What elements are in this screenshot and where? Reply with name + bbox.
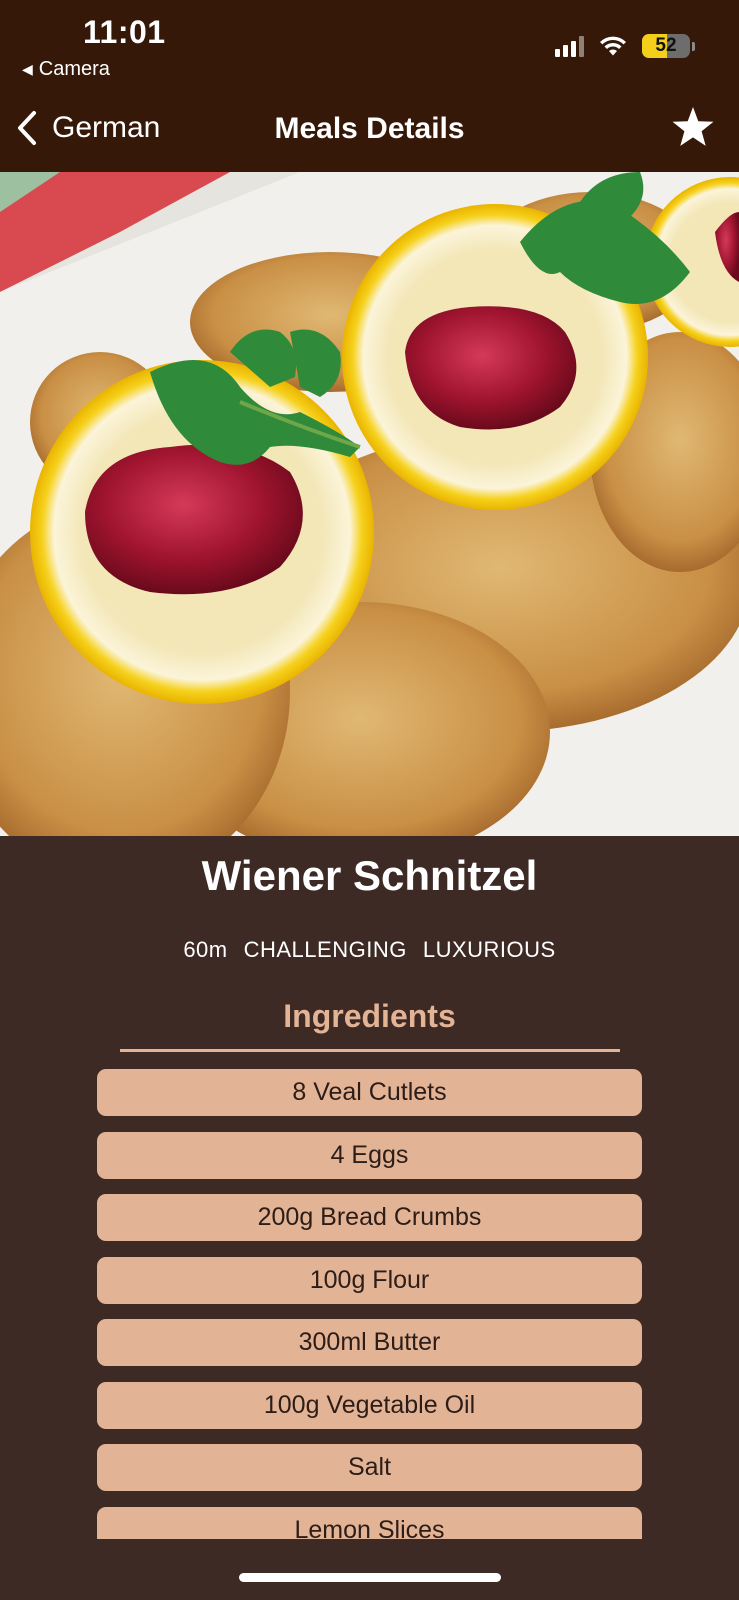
ingredient-item: Salt [97,1444,642,1491]
return-to-app-link[interactable]: ◀ Camera [22,58,110,81]
app-header: 11:01 ◀ Camera 52 German Meals Details [0,0,739,172]
ingredient-item: Lemon Slices [97,1506,642,1539]
meal-duration: 60m [183,937,228,962]
favorite-button[interactable] [671,106,715,153]
meal-affordability: LUXURIOUS [422,937,556,962]
page-title: Meals Details [274,112,465,145]
status-icons: 52 [555,34,695,58]
battery-nub [692,41,695,51]
back-triangle-icon: ◀ [22,61,33,77]
ingredient-item: 4 Eggs [97,1131,642,1179]
ingredient-item: 100g Vegetable Oil [97,1381,642,1429]
meal-meta: 60m CHALLENGING LUXURIOUS [0,937,739,963]
ingredients-heading: Ingredients [283,998,456,1034]
ingredient-item: 100g Flour [97,1256,642,1304]
ingredient-item: 300ml Butter [97,1319,642,1366]
cellular-signal-icon [555,35,584,57]
status-time: 11:01 [83,14,166,50]
ingredients-list[interactable]: 8 Veal Cutlets 4 Eggs 200g Bread Crumbs … [97,1069,642,1539]
battery-icon: 52 [642,34,690,58]
ingredient-item: 8 Veal Cutlets [97,1069,642,1116]
wifi-icon [600,36,626,56]
ingredient-item: 200g Bread Crumbs [97,1194,642,1241]
meal-title: Wiener Schnitzel [201,852,538,899]
meal-complexity: CHALLENGING [243,937,407,962]
star-icon [672,107,714,146]
home-indicator[interactable] [239,1573,501,1582]
return-app-label: Camera [38,58,110,80]
ingredients-divider [120,1049,620,1052]
battery-level: 52 [655,35,677,56]
meal-image [0,172,739,836]
